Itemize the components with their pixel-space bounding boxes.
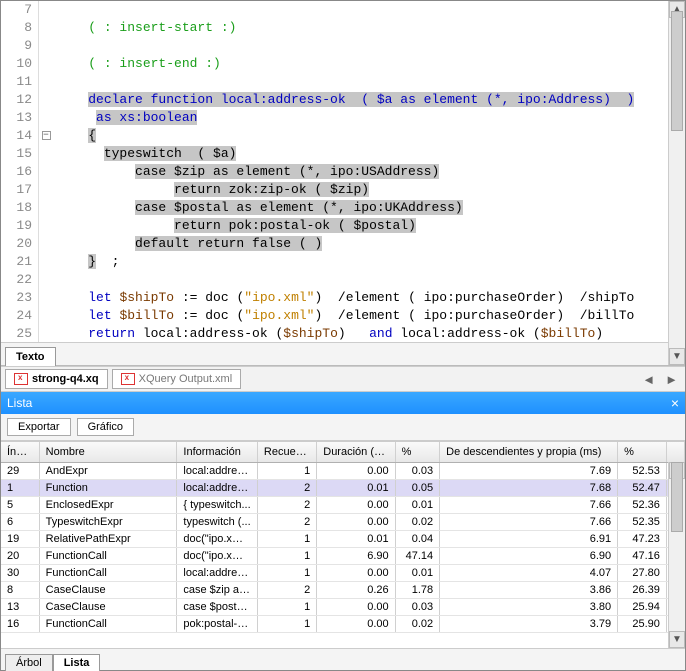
panel-title-bar: Lista × (1, 392, 685, 414)
column-header[interactable]: Recuento (257, 442, 316, 462)
profiler-table[interactable]: ÍndiceNombreInformaciónRecuentoDuración … (1, 441, 685, 648)
file-tab[interactable]: XQuery Output.xml (112, 369, 242, 389)
column-header[interactable]: De descendientes y propia (ms) (440, 442, 618, 462)
fold-column[interactable]: − (39, 1, 53, 342)
file-tab[interactable]: strong-q4.xq (5, 369, 108, 389)
column-header[interactable]: % (618, 442, 667, 462)
editor-scrollbar[interactable]: ▲ ▼ (668, 1, 685, 365)
prev-tab-icon[interactable]: ◄ (639, 372, 658, 387)
tab-texto[interactable]: Texto (5, 347, 56, 366)
scroll-down-icon[interactable]: ▼ (669, 348, 685, 365)
file-tab-label: strong-q4.xq (32, 373, 99, 385)
table-row[interactable]: 16FunctionCallpok:postal-o...10.000.023.… (1, 615, 685, 632)
panel-title: Lista (7, 396, 32, 410)
scroll-thumb[interactable] (671, 462, 683, 532)
table-row[interactable]: 29AndExprlocal:addres...10.000.037.6952.… (1, 462, 685, 479)
table-row[interactable]: 1Functionlocal:addres...20.010.057.6852.… (1, 479, 685, 496)
table-row[interactable]: 19RelativePathExprdoc("ipo.xml...10.010.… (1, 530, 685, 547)
close-icon[interactable]: × (671, 395, 679, 411)
table-row[interactable]: 13CaseClausecase $postal...10.000.033.80… (1, 598, 685, 615)
panel-toolbar: Exportar Gráfico (1, 414, 685, 441)
column-header[interactable]: Duración (ms) (317, 442, 395, 462)
file-tab-label: XQuery Output.xml (139, 373, 233, 385)
column-header[interactable]: % (395, 442, 440, 462)
table-row[interactable]: 8CaseClausecase $zip as...20.261.783.862… (1, 581, 685, 598)
view-tabs: Árbol Lista (1, 648, 685, 670)
xml-file-icon (121, 372, 135, 386)
table-row[interactable]: 6TypeswitchExprtypeswitch (...20.000.027… (1, 513, 685, 530)
table-row[interactable]: 20FunctionCalldoc("ipo.xml")16.9047.146.… (1, 547, 685, 564)
table-row[interactable]: 30FunctionCalllocal:addres...10.000.014.… (1, 564, 685, 581)
scroll-down-icon[interactable]: ▼ (669, 631, 685, 648)
table-scrollbar[interactable]: ▲ ▼ (668, 462, 685, 648)
export-button[interactable]: Exportar (7, 418, 71, 436)
next-tab-icon[interactable]: ► (662, 372, 681, 387)
column-header[interactable]: Nombre (39, 442, 177, 462)
tab-lista[interactable]: Lista (53, 654, 101, 671)
line-gutter: 78910111213141516171819202122232425 (1, 1, 39, 342)
xml-file-icon (14, 372, 28, 386)
scroll-thumb[interactable] (671, 11, 683, 131)
editor-bottom-tabs: Texto (1, 342, 685, 365)
chart-button[interactable]: Gráfico (77, 418, 134, 436)
code-area[interactable]: ( : insert-start :) ( : insert-end :) de… (53, 1, 685, 342)
table-row[interactable]: 5EnclosedExpr{ typeswitch...20.000.017.6… (1, 496, 685, 513)
tab-arbol[interactable]: Árbol (5, 654, 53, 671)
column-header[interactable]: Información (177, 442, 258, 462)
code-editor[interactable]: 78910111213141516171819202122232425 − ( … (1, 1, 685, 366)
file-tab-bar: strong-q4.xq XQuery Output.xml ◄ ► (1, 366, 685, 392)
column-header[interactable]: Índice (1, 442, 39, 462)
